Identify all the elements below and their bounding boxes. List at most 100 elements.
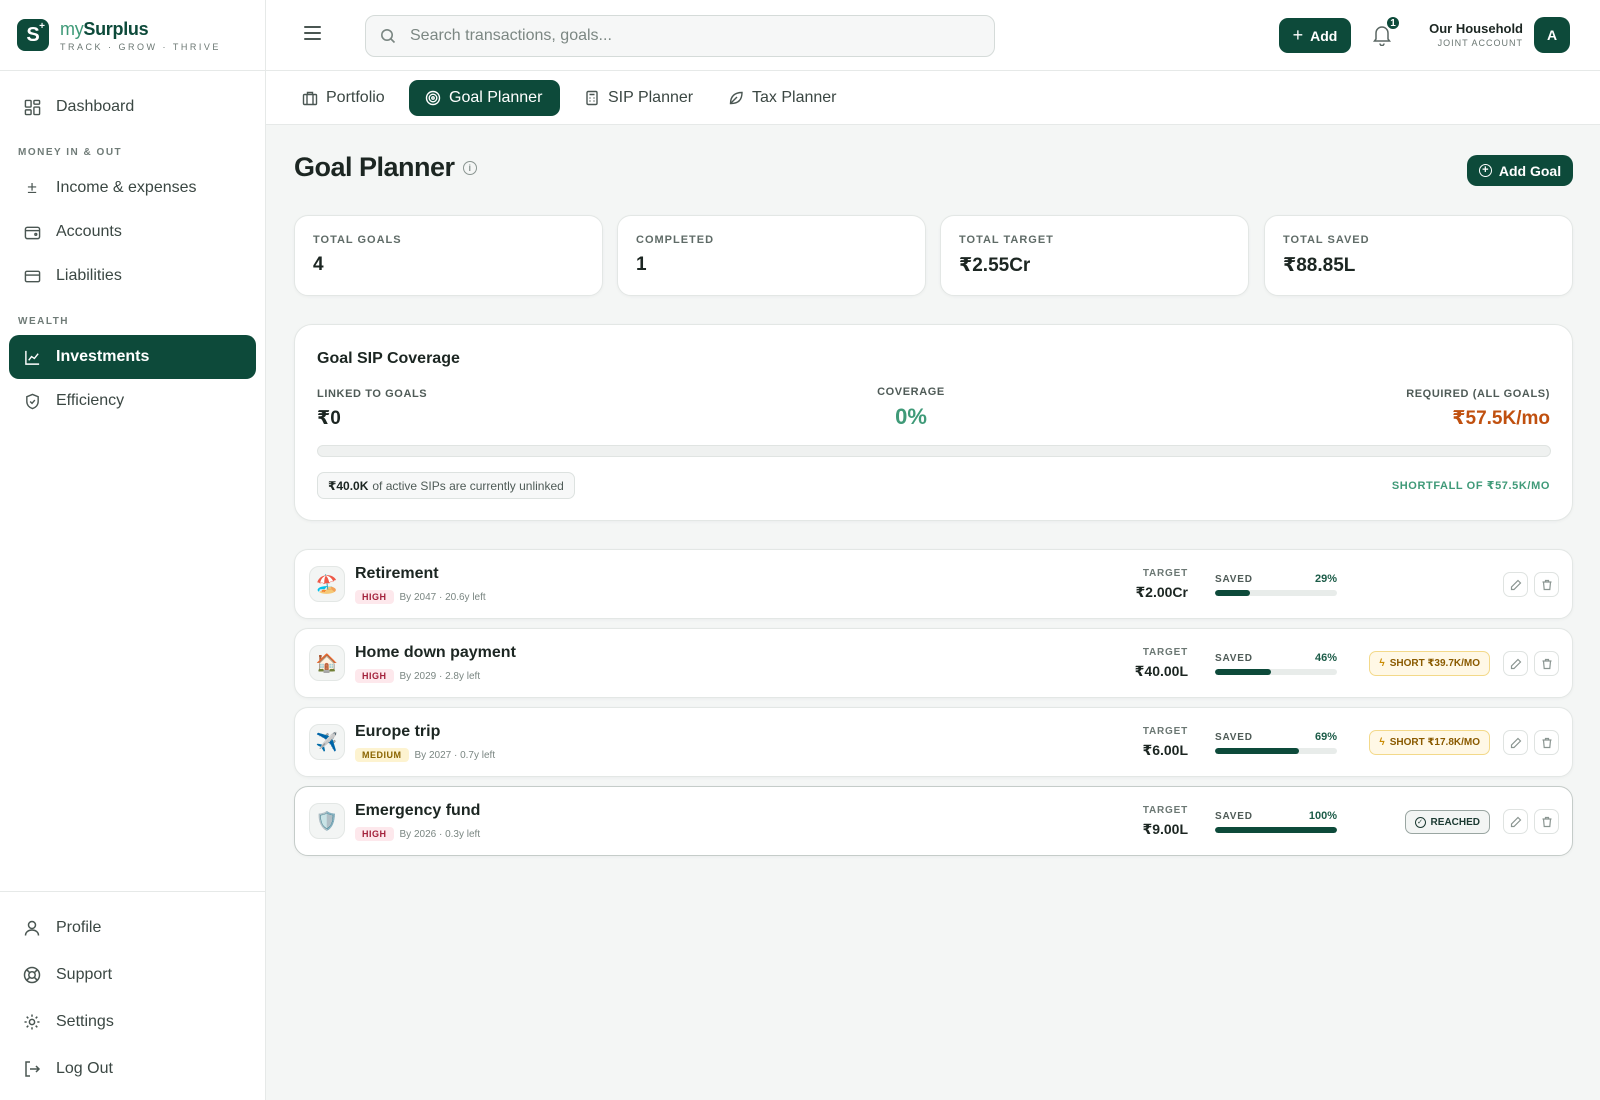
sidebar-bottom: Profile Support Settings Log Out xyxy=(0,891,265,1100)
goal-meta: MEDIUM By 2027 · 0.7y left xyxy=(355,748,495,762)
sidebar-section-wealth: WEALTH xyxy=(18,316,70,327)
logout-icon xyxy=(23,1060,41,1078)
shield-check-icon xyxy=(23,392,41,410)
goal-icon: 🏖️ xyxy=(309,566,345,602)
household-switcher[interactable]: Our Household JOINT ACCOUNT xyxy=(1423,21,1523,48)
saved-progress-fill xyxy=(1215,748,1300,754)
search-input[interactable] xyxy=(410,27,970,45)
stat-label: COMPLETED xyxy=(636,234,715,246)
edit-button[interactable] xyxy=(1503,809,1528,834)
reached-badge: ✓ REACHED xyxy=(1404,810,1490,834)
delete-button[interactable] xyxy=(1534,651,1559,676)
plus-circle-icon: + xyxy=(1478,164,1492,177)
sidebar-item-income-expenses[interactable]: ± Income & expenses xyxy=(9,166,256,210)
user-icon xyxy=(23,919,41,937)
coverage-label: COVERAGE xyxy=(877,386,945,398)
stat-value: 4 xyxy=(313,254,324,275)
pencil-icon xyxy=(1510,658,1521,669)
goal-row[interactable]: 🛡️ Emergency fund HIGH By 2026 · 0.3y le… xyxy=(294,786,1573,856)
shortfall-badge: ϟ SHORT ₹17.8K/MO xyxy=(1369,730,1490,755)
goal-row[interactable]: ✈️ Europe trip MEDIUM By 2027 · 0.7y lef… xyxy=(294,707,1573,777)
tab-portfolio[interactable]: Portfolio xyxy=(286,80,403,116)
stat-value: ₹88.85L xyxy=(1283,255,1356,276)
sidebar-item-liabilities[interactable]: Liabilities xyxy=(9,254,256,298)
saved-progress-bar xyxy=(1215,827,1337,833)
trash-icon xyxy=(1542,816,1551,827)
topbar: +Add 1 Our Household JOINT ACCOUNT A xyxy=(266,0,1600,71)
sidebar-item-accounts[interactable]: Accounts xyxy=(9,210,256,254)
delete-button[interactable] xyxy=(1534,809,1559,834)
goal-timeline: By 2027 · 0.7y left xyxy=(414,749,496,761)
saved-progress-bar xyxy=(1215,669,1337,675)
target-icon xyxy=(425,90,441,106)
sidebar-item-profile[interactable]: Profile xyxy=(9,904,256,951)
saved-progress-bar xyxy=(1215,590,1337,596)
lifebuoy-icon xyxy=(23,966,41,984)
stat-label: TOTAL SAVED xyxy=(1283,234,1370,246)
delete-button[interactable] xyxy=(1534,730,1559,755)
lightning-icon: ϟ xyxy=(1379,658,1385,669)
goal-row[interactable]: 🏠 Home down payment HIGH By 2029 · 2.8y … xyxy=(294,628,1573,698)
stat-value: ₹2.55Cr xyxy=(959,255,1031,276)
edit-button[interactable] xyxy=(1503,651,1528,676)
sidebar-item-dashboard[interactable]: Dashboard xyxy=(9,85,256,129)
stat-value: 1 xyxy=(636,254,647,275)
goal-row[interactable]: 🏖️ Retirement HIGH By 2047 · 20.6y left … xyxy=(294,549,1573,619)
sidebar-item-support[interactable]: Support xyxy=(9,951,256,998)
tab-tax-planner[interactable]: Tax Planner xyxy=(712,80,855,116)
page-title: Goal Planner i xyxy=(294,152,477,183)
saved-label: SAVED xyxy=(1215,811,1253,822)
sidebar-item-label: Settings xyxy=(56,1012,114,1030)
linked-value: ₹0 xyxy=(317,408,341,429)
saved-progress-fill xyxy=(1215,590,1251,596)
saved-progress-fill xyxy=(1215,669,1272,675)
saved-percent: 29% xyxy=(1314,573,1337,585)
goal-name: Retirement xyxy=(355,565,439,582)
household-name: Our Household xyxy=(1429,21,1523,36)
sidebar-item-settings[interactable]: Settings xyxy=(9,998,256,1045)
household-type: JOINT ACCOUNT xyxy=(1437,38,1523,48)
saved-progress-bar xyxy=(1215,748,1337,754)
sidebar-item-logout[interactable]: Log Out xyxy=(9,1045,256,1092)
info-icon[interactable]: i xyxy=(462,160,477,175)
plus-icon: + xyxy=(1292,25,1304,45)
goal-timeline: By 2029 · 2.8y left xyxy=(399,670,481,682)
target-value: ₹9.00L xyxy=(1142,821,1188,837)
shortfall-badge: ϟ SHORT ₹39.7K/MO xyxy=(1369,651,1490,676)
sidebar-item-efficiency[interactable]: Efficiency xyxy=(9,379,256,423)
goal-timeline: By 2047 · 20.6y left xyxy=(399,591,486,603)
lightning-icon: ϟ xyxy=(1379,737,1385,748)
brand[interactable]: S + mySurplus TRACK · GROW · THRIVE xyxy=(0,0,265,71)
sidebar-item-label: Investments xyxy=(56,348,150,365)
target-value: ₹2.00Cr xyxy=(1135,584,1188,600)
sidebar-item-investments[interactable]: Investments xyxy=(9,335,256,379)
coverage-value: 0% xyxy=(895,404,927,429)
trash-icon xyxy=(1542,658,1551,669)
target-label: TARGET xyxy=(1142,726,1188,737)
add-button[interactable]: + Add xyxy=(1279,18,1351,53)
tab-sip-planner[interactable]: SIP Planner xyxy=(568,80,711,116)
saved-percent: 69% xyxy=(1314,731,1337,743)
check-circle-icon: ✓ xyxy=(1414,816,1426,828)
target-value: ₹40.00L xyxy=(1134,663,1188,679)
tab-goal-planner[interactable]: Goal Planner xyxy=(409,80,561,116)
menu-icon[interactable] xyxy=(304,26,321,42)
plus-minus-icon: ± xyxy=(27,178,37,197)
required-label: REQUIRED (ALL GOALS) xyxy=(1406,388,1550,400)
saved-progress-fill xyxy=(1215,827,1337,833)
edit-button[interactable] xyxy=(1503,730,1528,755)
goal-icon: 🏠 xyxy=(309,645,345,681)
search-box[interactable] xyxy=(365,15,995,57)
trash-icon xyxy=(1542,737,1551,748)
line-chart-icon xyxy=(23,348,41,366)
calculator-icon xyxy=(584,90,600,106)
avatar[interactable]: A xyxy=(1534,17,1570,53)
shortfall-text: SHORTFALL OF ₹57.5K/MO xyxy=(1391,480,1550,492)
edit-button[interactable] xyxy=(1503,572,1528,597)
tab-bar: Portfolio Goal Planner SIP Planner Tax P… xyxy=(266,71,1600,125)
saved-percent: 46% xyxy=(1314,652,1337,664)
add-goal-button[interactable]: + Add Goal xyxy=(1467,155,1573,186)
delete-button[interactable] xyxy=(1534,572,1559,597)
goal-name: Europe trip xyxy=(355,723,441,740)
saved-label: SAVED xyxy=(1215,732,1253,743)
